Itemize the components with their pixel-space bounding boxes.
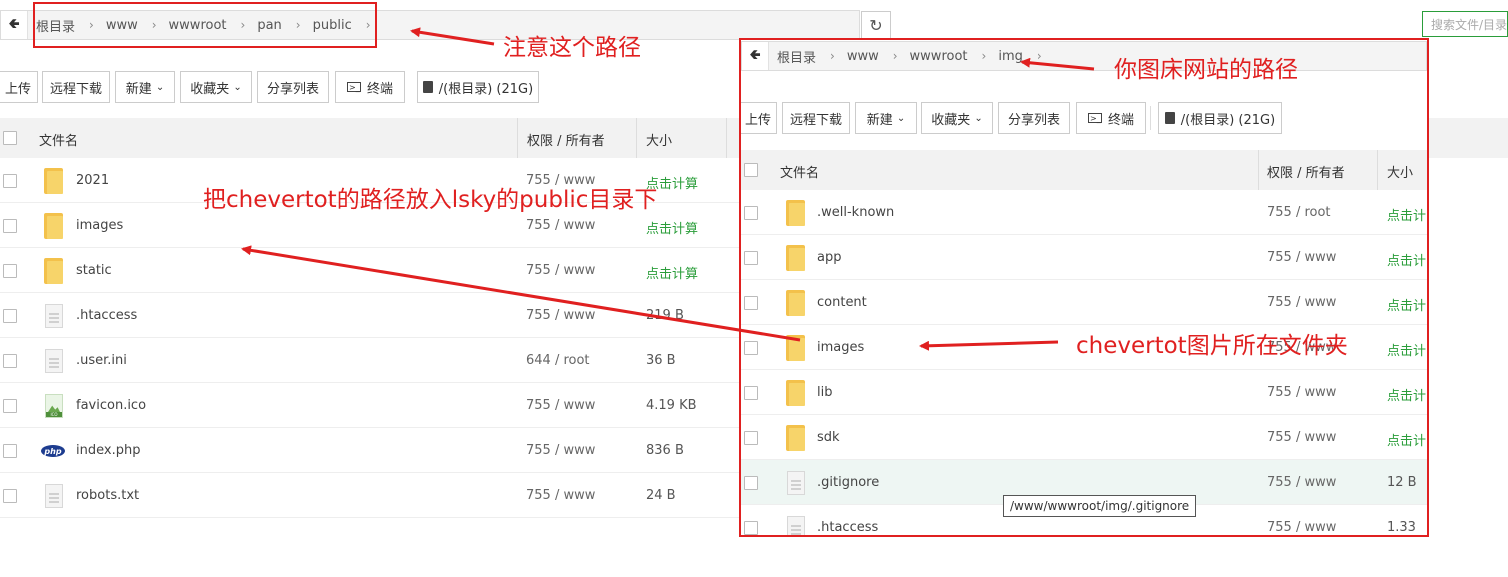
arrow-to-right-path bbox=[1020, 57, 1095, 71]
annotation-arrows bbox=[241, 27, 1095, 351]
arrow-to-chevertot-folder bbox=[919, 340, 1059, 351]
arrow-to-left-path bbox=[410, 27, 495, 46]
arrow-to-images-folder bbox=[241, 245, 801, 342]
